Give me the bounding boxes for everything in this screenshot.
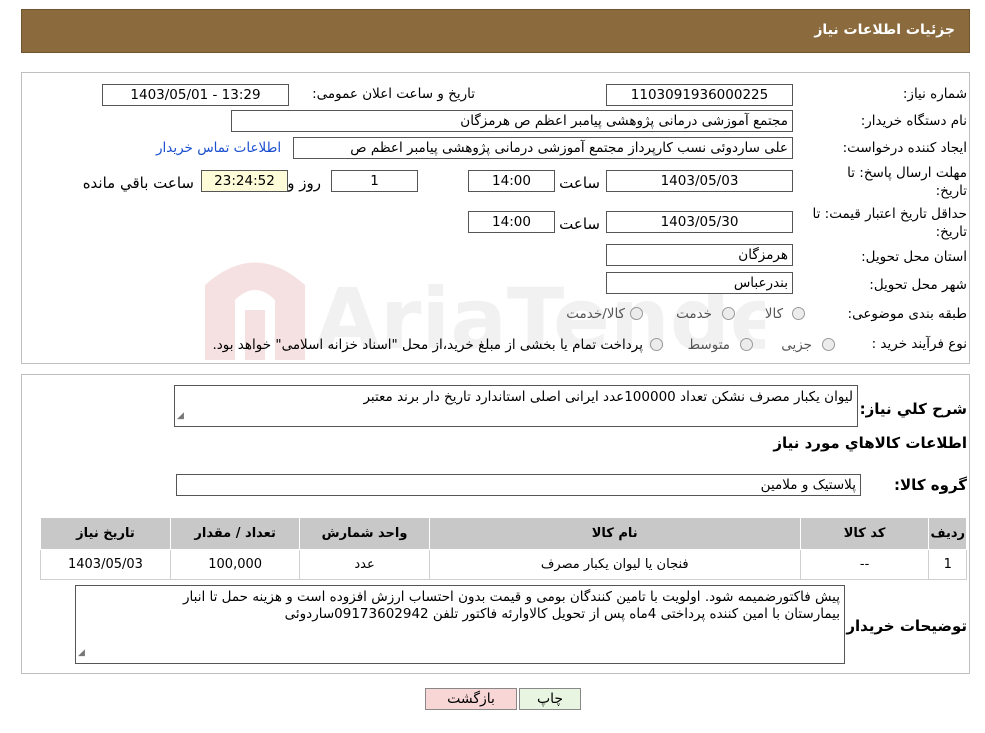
goods-table-header: رديف کد کالا نام کالا واحد شمارش تعداد /…: [40, 517, 967, 550]
col-code-header: کد کالا: [799, 517, 930, 550]
days-label: روز و: [287, 174, 321, 192]
province-label: استان محل تحویل:: [861, 249, 967, 265]
buyer-notes-line-1: پیش فاکتورضمیمه شود. اولویت با تامین کنن…: [182, 589, 840, 605]
process-label: نوع فرآیند خرید :: [871, 336, 967, 352]
price-validity-date-field[interactable]: 1403/05/30: [606, 211, 793, 233]
summary-textarea[interactable]: لیوان یکبار مصرف نشکن تعداد 100000عدد ای…: [174, 385, 858, 427]
province-field[interactable]: هرمزگان: [606, 244, 793, 266]
category-goods-label: کالا: [764, 306, 783, 322]
resize-grip-icon[interactable]: ◢: [177, 408, 184, 425]
need-number-field[interactable]: 1103091936000225: [606, 84, 793, 106]
process-medium-label: متوسط: [687, 337, 730, 353]
category-service-label: خدمت: [676, 306, 712, 322]
category-radio-goods[interactable]: [792, 307, 805, 320]
summary-label: شرح كلي نياز:: [859, 400, 967, 418]
requester-label: ایجاد کننده درخواست:: [842, 140, 967, 156]
process-treasury-note: پرداخت تمام یا بخشی از مبلغ خرید،از محل …: [212, 337, 643, 353]
reply-deadline-date-field[interactable]: 1403/05/03: [606, 170, 793, 192]
row-name: فنجان یا لیوان یکبار مصرف: [428, 549, 801, 580]
buyer-notes-label: توضیحات خریدار:: [840, 617, 967, 635]
reply-deadline-label-2: تاریخ:: [935, 183, 967, 199]
remaining-time-label: ساعت باقي مانده: [82, 174, 194, 192]
page-header: جزئیات اطلاعات نیاز: [21, 9, 970, 53]
page-title: جزئیات اطلاعات نیاز: [814, 22, 955, 38]
goods-table: رديف کد کالا نام کالا واحد شمارش تعداد /…: [40, 517, 967, 580]
process-radio-treasury[interactable]: [650, 338, 663, 351]
city-field[interactable]: بندرعباس: [606, 272, 793, 294]
goods-group-label: گروه کالا:: [894, 476, 967, 494]
buyer-org-label: نام دستگاه خریدار:: [860, 113, 967, 129]
price-validity-time-label: ساعت: [559, 215, 600, 233]
buyer-notes-textarea[interactable]: پیش فاکتورضمیمه شود. اولویت با تامین کنن…: [75, 585, 845, 664]
col-unit-header: واحد شمارش: [299, 517, 430, 550]
reply-deadline-time-label: ساعت: [559, 174, 600, 192]
category-label: طبقه بندی موضوعی:: [847, 306, 967, 322]
resize-grip-icon[interactable]: ◢: [78, 645, 85, 662]
goods-section-title: اطلاعات كالاهاي مورد نياز: [773, 434, 967, 452]
col-date-header: تاریخ نیاز: [40, 517, 171, 550]
goods-group-field[interactable]: پلاستیک و ملامین: [176, 474, 861, 496]
row-unit: عدد: [299, 549, 430, 580]
reply-deadline-label-1: مهلت ارسال پاسخ: تا: [847, 165, 967, 181]
category-radio-goods-service[interactable]: [630, 307, 643, 320]
announce-datetime-field[interactable]: 1403/05/01 - 13:29: [102, 84, 289, 106]
print-button[interactable]: چاپ: [519, 688, 581, 710]
city-label: شهر محل تحویل:: [869, 277, 967, 293]
announce-datetime-label: تاریخ و ساعت اعلان عمومی:: [312, 86, 475, 102]
category-radio-service[interactable]: [722, 307, 735, 320]
row-index: 1: [928, 549, 967, 580]
summary-text: لیوان یکبار مصرف نشکن تعداد 100000عدد ای…: [363, 389, 853, 405]
price-validity-time-field[interactable]: 14:00: [468, 211, 555, 233]
price-validity-label-2: تاریخ:: [935, 224, 967, 240]
col-qty-header: تعداد / مقدار: [169, 517, 301, 550]
buyer-notes-line-2: بیمارستان با امین کننده پرداختی 4ماه پس …: [284, 606, 840, 622]
process-radio-medium[interactable]: [740, 338, 753, 351]
col-index-header: رديف: [928, 517, 967, 550]
buyer-contact-link[interactable]: اطلاعات تماس خریدار: [156, 140, 281, 156]
category-goods-service-label: کالا/خدمت: [566, 306, 625, 322]
price-validity-label-1: حداقل تاریخ اعتبار قیمت: تا: [812, 206, 967, 222]
row-code: --: [799, 549, 930, 580]
back-button[interactable]: بازگشت: [425, 688, 517, 710]
buyer-org-field[interactable]: مجتمع آموزشی درمانی پژوهشی پیامبر اعظم ص…: [231, 110, 793, 132]
process-radio-minor[interactable]: [822, 338, 835, 351]
col-name-header: نام کالا: [428, 517, 801, 550]
remaining-days-field[interactable]: 1: [331, 170, 418, 192]
process-minor-label: جزیی: [781, 337, 812, 353]
requester-field[interactable]: علی ساردوئی نسب کارپرداز مجتمع آموزشی در…: [293, 137, 793, 159]
row-qty: 100,000: [169, 549, 301, 580]
row-date: 1403/05/03: [40, 549, 171, 580]
reply-deadline-time-field[interactable]: 14:00: [468, 170, 555, 192]
table-row: 1 -- فنجان یا لیوان یکبار مصرف عدد 100,0…: [40, 549, 967, 580]
need-number-label: شماره نیاز:: [902, 86, 967, 102]
remaining-time-field: 23:24:52: [201, 170, 288, 192]
